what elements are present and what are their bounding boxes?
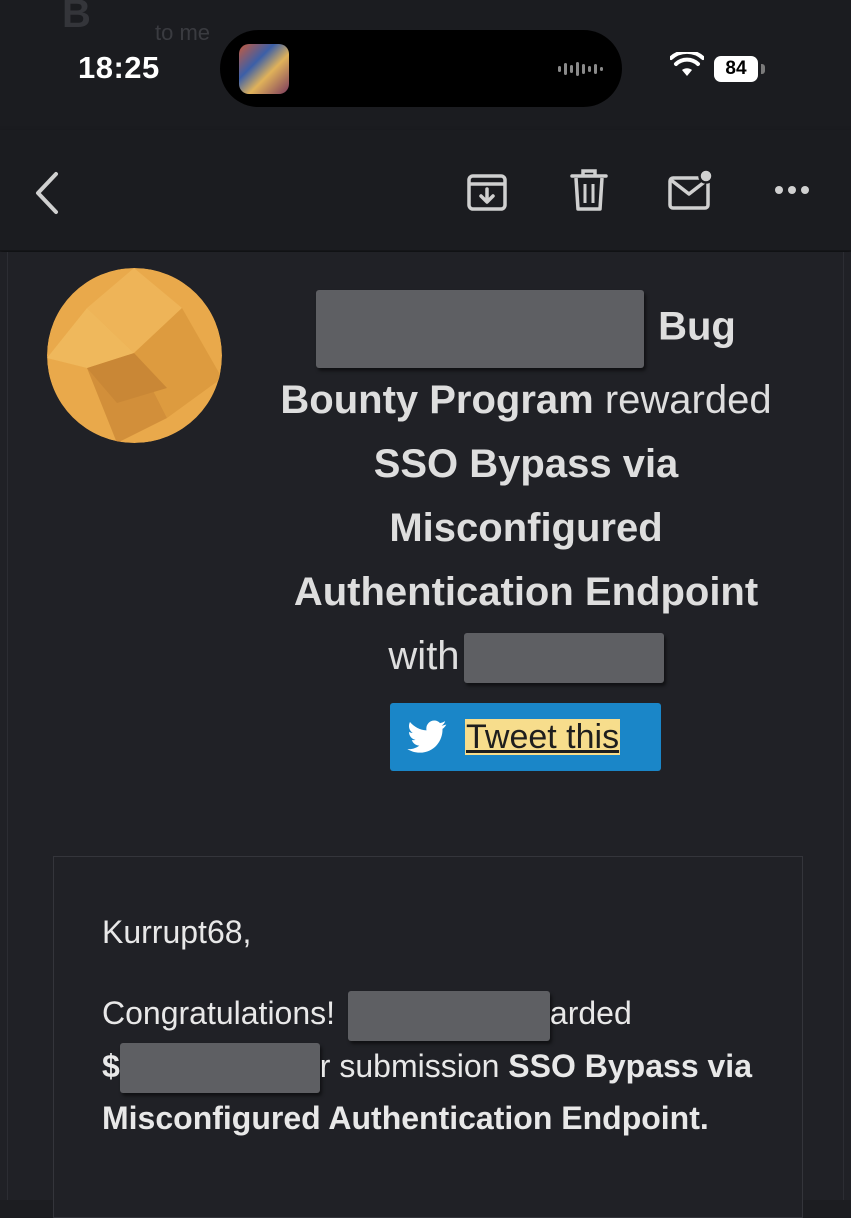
tweet-this-button[interactable]: Tweet this [390, 703, 661, 771]
battery-nub [761, 64, 765, 74]
program-logo [47, 268, 222, 443]
greeting: Kurrupt68, [102, 914, 252, 950]
battery-indicator: 84 [714, 56, 766, 82]
tweet-this-label[interactable]: Tweet this [465, 719, 621, 755]
trash-icon[interactable] [570, 168, 608, 212]
redacted-amount [463, 633, 664, 684]
congrats-text: Congratulations! [102, 995, 344, 1031]
heading-report-title: SSO Bypass via Misconfigured Authenticat… [293, 442, 759, 614]
redacted-bounty-amount [119, 1043, 320, 1094]
heading-rewarded: rewarded [593, 378, 772, 422]
awarded-fragment: arded [549, 995, 632, 1031]
more-horizontal-icon[interactable] [774, 183, 810, 197]
archive-icon[interactable] [466, 170, 508, 212]
email-body-card: Kurrupt68, Congratulations! arded $ r subm… [53, 856, 803, 1218]
status-bar: B to me 18:25 84 [0, 0, 851, 130]
email-toolbar [0, 130, 851, 251]
clock: 18:25 [78, 50, 160, 85]
mail-unread-icon[interactable] [667, 168, 715, 212]
wifi-icon [670, 52, 704, 76]
currency-symbol: $ [102, 1047, 120, 1084]
heading-with: with [388, 634, 460, 678]
recipient-ghost: to me [155, 20, 211, 45]
congratulations-paragraph: Congratulations! arded $ r submission SSO … [102, 988, 752, 1144]
heading-line-2: Bounty Program rewarded [240, 368, 812, 432]
audio-waveform-icon [558, 62, 603, 76]
heading-bounty-program: Bounty Program [280, 378, 594, 422]
content-border-left [7, 252, 8, 1200]
battery-level: 84 [714, 56, 758, 82]
heading-line-1: Bug [240, 290, 812, 368]
sender-initial-ghost: B [62, 0, 91, 36]
dynamic-island[interactable] [220, 30, 622, 107]
content-border-right [843, 252, 844, 1200]
redacted-program-name [347, 990, 550, 1041]
redacted-company-name [316, 290, 645, 368]
now-playing-artwork[interactable] [239, 44, 289, 94]
submission-fragment: r submission [319, 1047, 509, 1084]
heading-with-line: with [240, 624, 812, 688]
twitter-bird-icon [407, 720, 447, 753]
chevron-left-icon[interactable] [30, 170, 64, 216]
email-heading: Bug Bounty Program rewarded SSO Bypass v… [240, 290, 812, 688]
heading-bug: Bug [658, 304, 736, 349]
